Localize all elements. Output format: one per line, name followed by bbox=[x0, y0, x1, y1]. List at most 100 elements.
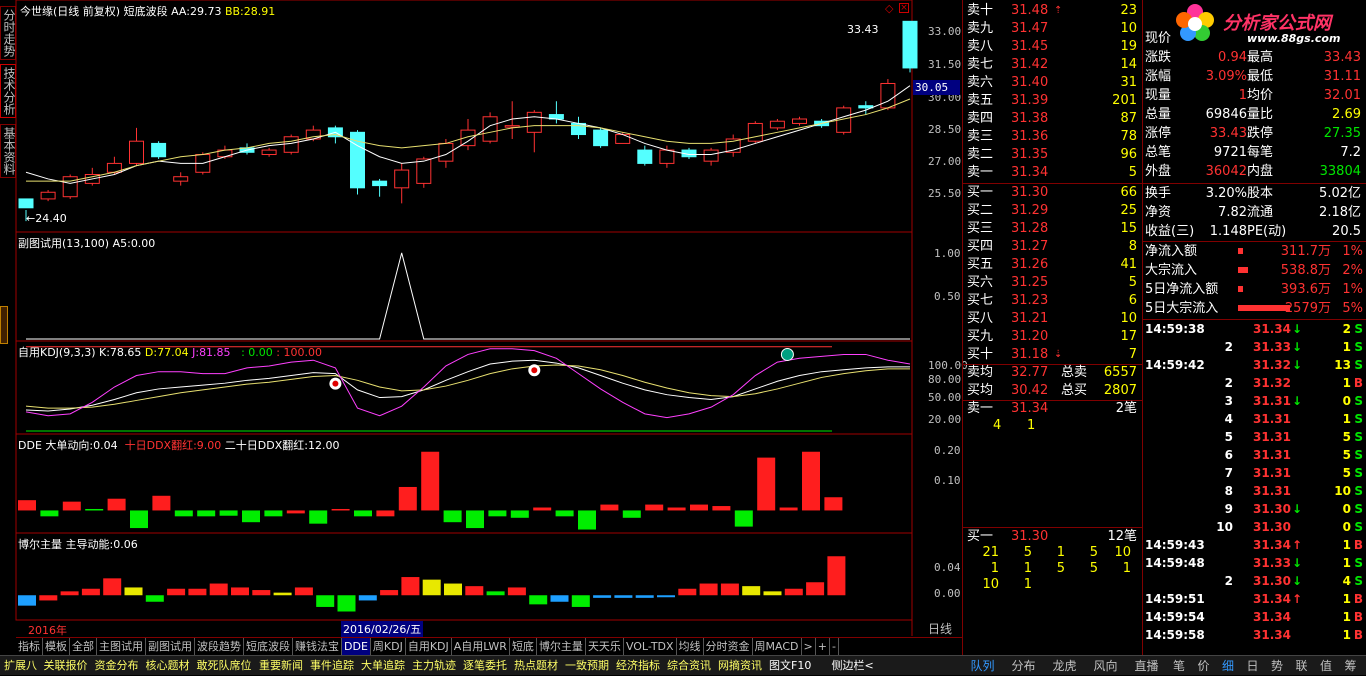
j-value: 81.85 bbox=[199, 346, 231, 359]
right-tab-5[interactable]: 笔 bbox=[1167, 656, 1191, 676]
tick-volume: 1 bbox=[1342, 538, 1351, 552]
bottom-tab-0[interactable]: 扩展八 bbox=[4, 656, 37, 676]
right-tab-8[interactable]: 日 bbox=[1241, 656, 1265, 676]
buy1-count: 12笔 bbox=[1107, 529, 1137, 544]
indicator-tab-21[interactable]: - bbox=[830, 638, 839, 655]
right-tab-11[interactable]: 值 bbox=[1314, 656, 1338, 676]
bottom-tab-7[interactable]: 大单追踪 bbox=[361, 656, 405, 676]
tick-volume: 5 bbox=[1342, 430, 1351, 444]
tick-price: 31.31 bbox=[1253, 412, 1291, 426]
bottom-tab-16[interactable]: 侧边栏< bbox=[832, 656, 874, 676]
quote-label: 涨跌 bbox=[1145, 50, 1172, 65]
tick-price: 31.34 bbox=[1253, 610, 1291, 624]
indicator-tab-13[interactable]: 博尔主量 bbox=[537, 638, 586, 655]
main-yaxis-4: 27.00 bbox=[928, 155, 962, 168]
indicator-tab-14[interactable]: 天天乐 bbox=[586, 638, 624, 655]
bottom-tab-15[interactable]: 图文F10 bbox=[769, 656, 811, 676]
right-tab-4[interactable]: 直播 bbox=[1126, 656, 1167, 676]
avg-sell-row: 卖均 32.77 总卖 6557 bbox=[967, 364, 1139, 382]
candle-body bbox=[151, 142, 167, 158]
bottom-tab-1[interactable]: 关联报价 bbox=[44, 656, 88, 676]
chart-area[interactable]: 今世缘(日线 前复权) 短底波段 AA:29.73 BB:28.91 ◇ × 3… bbox=[0, 0, 968, 637]
right-tab-9[interactable]: 势 bbox=[1265, 656, 1289, 676]
buy1-queue-qty: 1 bbox=[1122, 561, 1131, 576]
boer-bar bbox=[720, 583, 739, 596]
right-tab-12[interactable]: 筹 bbox=[1339, 656, 1363, 676]
candle-body bbox=[40, 191, 56, 200]
indicator-tab-16[interactable]: 均线 bbox=[677, 638, 704, 655]
bottom-tab-6[interactable]: 事件追踪 bbox=[310, 656, 354, 676]
panel-close-icon[interactable]: × bbox=[899, 3, 909, 13]
panel-frame bbox=[15, 532, 913, 621]
tick-row: 8 31.31 10 S bbox=[1145, 482, 1365, 500]
orderbook-buy-row: 买二 31.29 25 bbox=[967, 202, 1139, 220]
indicator-tab-6[interactable]: 短底波段 bbox=[244, 638, 293, 655]
dde-bar bbox=[533, 507, 552, 511]
dde-bar bbox=[197, 510, 216, 517]
bottom-tab-12[interactable]: 经济指标 bbox=[616, 656, 660, 676]
bottom-tab-4[interactable]: 敢死队席位 bbox=[197, 656, 252, 676]
dde-bar bbox=[466, 510, 484, 529]
k-label: K: bbox=[99, 346, 110, 359]
candle-body bbox=[593, 129, 609, 147]
dde-bar bbox=[107, 498, 126, 511]
right-tab-0[interactable]: 队列 bbox=[962, 656, 1003, 676]
bottom-tab-9[interactable]: 逐笔委托 bbox=[463, 656, 507, 676]
bottom-tab-10[interactable]: 热点题材 bbox=[514, 656, 558, 676]
orderbook-buy-row: 买九 31.20 17 bbox=[967, 328, 1139, 346]
right-tab-7[interactable]: 细 bbox=[1216, 656, 1240, 676]
indicator-tab-11[interactable]: A自用LWR bbox=[452, 638, 510, 655]
bottom-tab-11[interactable]: 一致预期 bbox=[565, 656, 609, 676]
period-label[interactable]: 日线 bbox=[918, 620, 962, 637]
indicator-tab-18[interactable]: 周MACD bbox=[753, 638, 802, 655]
tick-row: 3 31.31 ↓ 0 S bbox=[1145, 392, 1365, 410]
quote-label: PE(动) bbox=[1247, 224, 1287, 239]
dde-bar bbox=[622, 510, 641, 518]
bottom-tab-13[interactable]: 综合资讯 bbox=[667, 656, 711, 676]
indicator-tab-0[interactable]: 指标 bbox=[16, 638, 43, 655]
indicator-tab-10[interactable]: 自用KDJ bbox=[406, 638, 452, 655]
panel-diamond-icon[interactable]: ◇ bbox=[885, 2, 893, 15]
right-tab-10[interactable]: 联 bbox=[1290, 656, 1314, 676]
bottom-tab-14[interactable]: 网摘资讯 bbox=[718, 656, 762, 676]
dde-bar bbox=[18, 500, 36, 511]
indicator-tab-12[interactable]: 短底 bbox=[510, 638, 537, 655]
buy-level-label: 买七 bbox=[967, 293, 994, 308]
indicator-tab-bar: 指标 模板 全部 主图试用 副图试用 波段趋势 短底波段 赚钱法宝 DDE 周KDJ 自用KDJ A自… bbox=[16, 637, 962, 655]
indicator-tab-9[interactable]: 周KDJ bbox=[371, 638, 406, 655]
quote-value: 7.2 bbox=[1340, 145, 1361, 160]
aa-value: 29.73 bbox=[189, 5, 222, 18]
orderbook-sell-row: 卖七 31.42 14 bbox=[967, 56, 1139, 74]
flow-value: 2579万 bbox=[1284, 301, 1331, 316]
indicator-tab-8[interactable]: DDE bbox=[342, 638, 371, 655]
indicator-tab-17[interactable]: 分时资金 bbox=[704, 638, 753, 655]
right-tab-6[interactable]: 价 bbox=[1192, 656, 1216, 676]
quote-label: 最低 bbox=[1247, 69, 1274, 84]
indicator-tab-5[interactable]: 波段趋势 bbox=[195, 638, 244, 655]
indicator-tab-4[interactable]: 副图试用 bbox=[146, 638, 195, 655]
dde-bar bbox=[443, 510, 462, 523]
indicator-tab-20[interactable]: + bbox=[816, 638, 830, 655]
boer-bar bbox=[209, 583, 228, 596]
right-tab-2[interactable]: 龙虎 bbox=[1044, 656, 1085, 676]
dde-bar bbox=[376, 510, 395, 517]
quote-label: 总笔 bbox=[1145, 145, 1172, 160]
indicator-tab-7[interactable]: 赚钱法宝 bbox=[293, 638, 342, 655]
right-tab-1[interactable]: 分布 bbox=[1003, 656, 1044, 676]
bottom-tab-3[interactable]: 核心题材 bbox=[146, 656, 190, 676]
orderbook-sell-row: 卖五 31.39 201 bbox=[967, 92, 1139, 110]
bottom-tab-8[interactable]: 主力轨迹 bbox=[412, 656, 456, 676]
sub-signal-line bbox=[26, 252, 910, 340]
period-text: (日线 前复权) bbox=[53, 5, 121, 18]
bottom-tab-2[interactable]: 资金分布 bbox=[95, 656, 139, 676]
sell-level-label: 卖四 bbox=[967, 111, 994, 126]
indicator-tab-3[interactable]: 主图试用 bbox=[97, 638, 146, 655]
right-tab-3[interactable]: 风向 bbox=[1085, 656, 1126, 676]
tick-side: S bbox=[1354, 556, 1363, 570]
indicator-tab-2[interactable]: 全部 bbox=[70, 638, 97, 655]
indicator-tab-19[interactable]: > bbox=[802, 638, 816, 655]
indicator-tab-15[interactable]: VOL-TDX bbox=[624, 638, 677, 655]
bottom-tab-5[interactable]: 重要新闻 bbox=[259, 656, 303, 676]
indicator-tab-1[interactable]: 模板 bbox=[43, 638, 70, 655]
sell-volume: 96 bbox=[1120, 147, 1137, 162]
